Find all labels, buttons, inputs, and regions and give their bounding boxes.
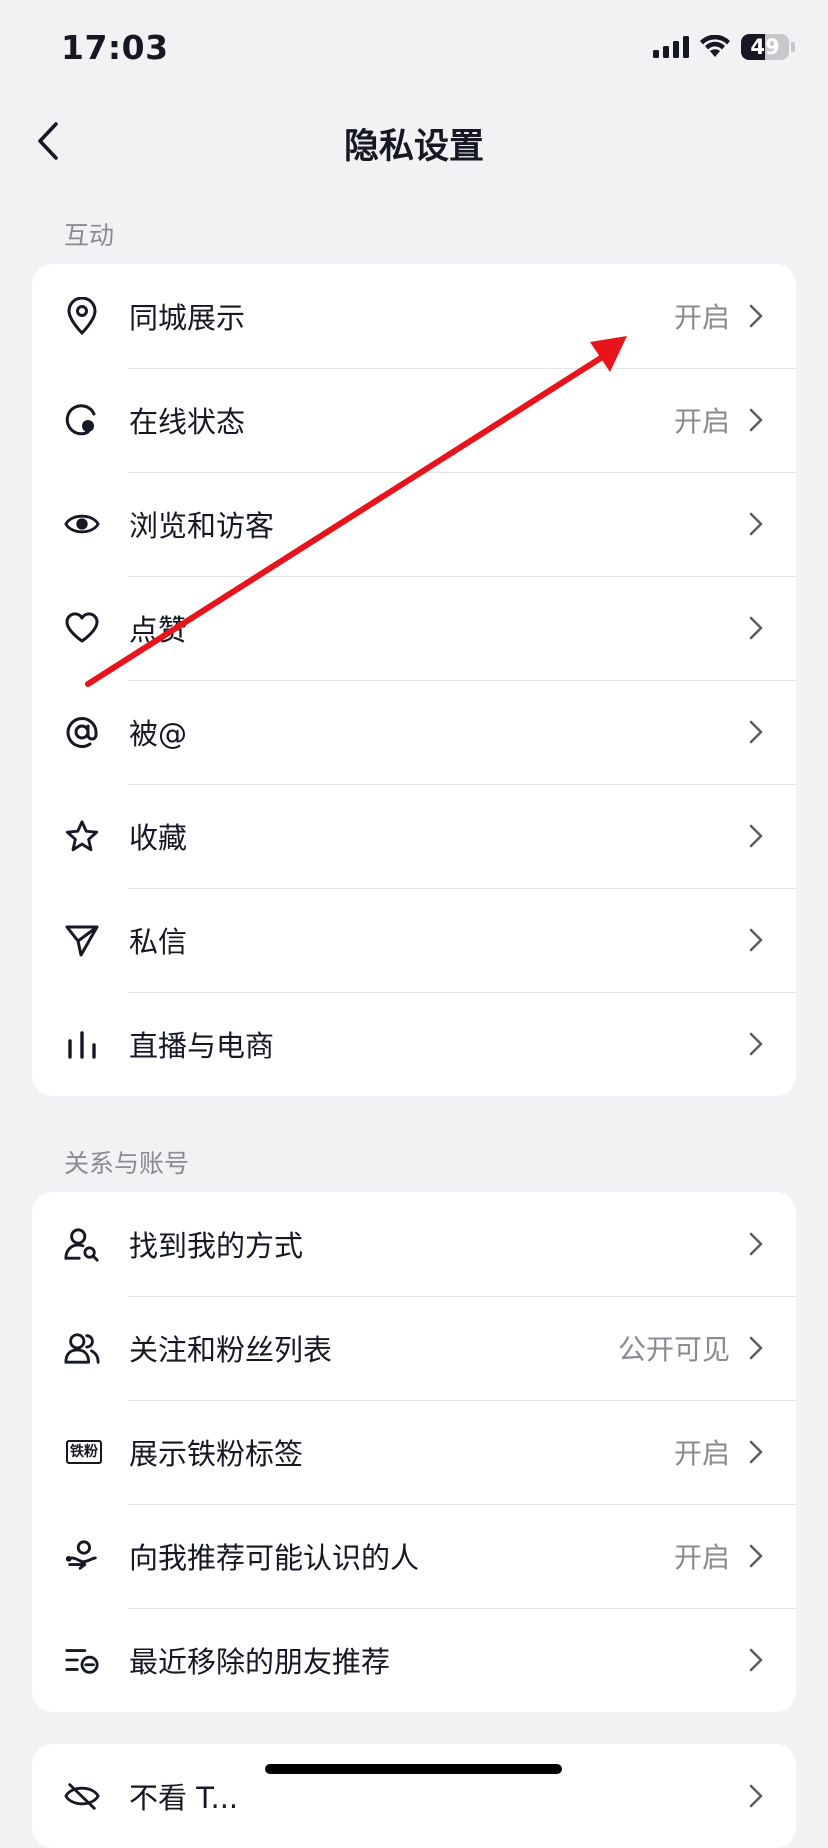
- hide-eye-icon: [64, 1778, 100, 1814]
- paper-plane-icon: [64, 922, 100, 958]
- section-title-relations: 关系与账号: [64, 1149, 190, 1178]
- row-online-status[interactable]: 在线状态 开启: [32, 368, 796, 472]
- battery-tip: [791, 42, 795, 52]
- chevron-right-icon: [749, 304, 763, 328]
- row-label: 浏览和访客: [129, 509, 275, 543]
- row-mentions[interactable]: 被@: [32, 680, 796, 784]
- removed-list-icon: [64, 1642, 100, 1678]
- chevron-right-icon: [749, 1336, 763, 1360]
- chevron-right-icon: [749, 1032, 763, 1056]
- user-search-icon: [64, 1226, 100, 1262]
- fan-badge-icon: 铁粉: [64, 1434, 104, 1470]
- row-favorites[interactable]: 收藏: [32, 784, 796, 888]
- chevron-right-icon: [749, 1440, 763, 1464]
- row-value: 开启: [673, 405, 730, 438]
- relations-card: 找到我的方式 关注和粉丝列表 公开可见 铁粉 展示铁粉标签 开启 向我推荐可能认…: [32, 1192, 796, 1712]
- wifi-icon: [700, 35, 730, 57]
- fan-badge-text: 铁粉: [66, 1440, 102, 1464]
- signal-icon: [653, 36, 689, 58]
- row-label: 关注和粉丝列表: [129, 1333, 333, 1367]
- chevron-right-icon: [749, 928, 763, 952]
- row-label: 展示铁粉标签: [129, 1437, 304, 1471]
- row-label: 找到我的方式: [129, 1229, 304, 1263]
- chevron-right-icon: [749, 720, 763, 744]
- row-find-me[interactable]: 找到我的方式: [32, 1192, 796, 1296]
- location-pin-icon: [64, 297, 100, 335]
- status-time: 17:03: [61, 28, 169, 67]
- star-icon: [64, 818, 100, 854]
- chevron-right-icon: [749, 512, 763, 536]
- row-label: 在线状态: [129, 405, 246, 439]
- row-hide-content[interactable]: 不看 T...: [32, 1744, 796, 1848]
- row-value: 开启: [673, 301, 730, 334]
- recommend-people-icon: [64, 1538, 100, 1574]
- more-card: 不看 T...: [32, 1744, 796, 1848]
- status-bar: 17:03 49: [0, 0, 828, 100]
- page-title: 隐私设置: [343, 127, 484, 167]
- online-status-icon: [64, 402, 100, 438]
- eye-icon: [64, 506, 100, 542]
- nav-bar: 隐私设置: [0, 100, 828, 180]
- row-value: 公开可见: [617, 1333, 730, 1366]
- row-value: 开启: [673, 1437, 730, 1470]
- row-follow-fans-list[interactable]: 关注和粉丝列表 公开可见: [32, 1296, 796, 1400]
- heart-icon: [64, 610, 100, 646]
- section-title-interaction: 互动: [64, 221, 115, 250]
- home-indicator: [265, 1764, 562, 1774]
- at-sign-icon: [64, 714, 100, 750]
- row-fan-badge[interactable]: 铁粉 展示铁粉标签 开启: [32, 1400, 796, 1504]
- row-messages[interactable]: 私信: [32, 888, 796, 992]
- row-browse-visitors[interactable]: 浏览和访客: [32, 472, 796, 576]
- row-likes[interactable]: 点赞: [32, 576, 796, 680]
- bar-chart-icon: [64, 1026, 100, 1062]
- chevron-right-icon: [749, 1648, 763, 1672]
- row-label: 同城展示: [129, 301, 246, 335]
- row-label: 最近移除的朋友推荐: [129, 1645, 391, 1679]
- users-icon: [64, 1330, 100, 1366]
- row-label: 私信: [129, 925, 188, 959]
- row-nearby-display[interactable]: 同城展示 开启: [32, 264, 796, 368]
- row-label: 不看 T...: [129, 1781, 239, 1815]
- interaction-card: 同城展示 开启 在线状态 开启 浏览和访客 点赞 被@ 收藏 私信 直播与电商: [32, 264, 796, 1096]
- row-recommend-people[interactable]: 向我推荐可能认识的人 开启: [32, 1504, 796, 1608]
- row-label: 向我推荐可能认识的人: [129, 1541, 420, 1575]
- status-icons: 49: [653, 34, 795, 60]
- chevron-right-icon: [749, 1232, 763, 1256]
- chevron-right-icon: [749, 824, 763, 848]
- chevron-right-icon: [749, 616, 763, 640]
- row-label: 收藏: [129, 821, 188, 855]
- row-label: 直播与电商: [129, 1029, 275, 1063]
- battery-level: 49: [750, 35, 780, 59]
- chevron-right-icon: [749, 1784, 763, 1808]
- row-label: 点赞: [129, 613, 188, 647]
- chevron-right-icon: [749, 1544, 763, 1568]
- row-live-commerce[interactable]: 直播与电商: [32, 992, 796, 1096]
- battery-icon: 49: [741, 34, 789, 60]
- row-value: 开启: [673, 1541, 730, 1574]
- chevron-right-icon: [749, 408, 763, 432]
- row-label: 被@: [129, 717, 188, 751]
- row-removed-recommendations[interactable]: 最近移除的朋友推荐: [32, 1608, 796, 1712]
